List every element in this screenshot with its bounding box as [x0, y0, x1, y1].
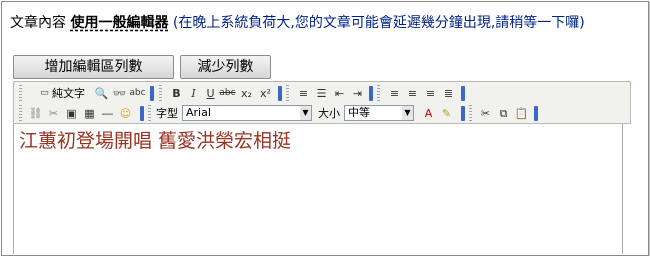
load-notice: (在晚上系統負荷大,您的文章可能會延遲幾分鐘出現,請稍等一下囉): [168, 15, 585, 31]
highlight-color-icon[interactable]: ✎: [438, 105, 455, 122]
toolbar-separator: [461, 86, 465, 101]
grip-handle[interactable]: [19, 105, 22, 122]
editor-mode-link[interactable]: 使用一般編輯器: [70, 15, 168, 31]
italic-icon[interactable]: I: [185, 85, 202, 102]
subscript-icon[interactable]: x₂: [238, 85, 255, 102]
grip-handle[interactable]: [377, 85, 380, 102]
align-center-icon[interactable]: ≡: [404, 85, 421, 102]
numbered-list-icon[interactable]: ≡: [295, 85, 312, 102]
image-icon[interactable]: ▣: [63, 105, 80, 122]
rich-text-editor[interactable]: 江蕙初登場開唱 舊愛洪榮宏相挺: [13, 124, 623, 254]
size-select[interactable]: 中等 ▼: [344, 105, 414, 121]
bold-icon[interactable]: B: [168, 85, 185, 102]
horizontal-rule-icon[interactable]: ―: [99, 105, 116, 122]
editor-toolbar: ▭ 純文字 🔍 👓 abc B I U abc x₂ x² ≡ ☰ ⇤ ⇥ ≡ …: [13, 81, 631, 124]
toolbar-row-2: ⛓ ✂ ▣ ▦ ― ☺ 字型 Arial ▼ 大小 中等 ▼ A ✎ ✂ ⧉ 📋: [16, 104, 628, 123]
chevron-down-icon[interactable]: ▼: [402, 106, 413, 120]
align-right-icon[interactable]: ≡: [422, 85, 439, 102]
chevron-down-icon[interactable]: ▼: [300, 106, 311, 120]
grip-handle[interactable]: [148, 105, 151, 122]
superscript-icon[interactable]: x²: [257, 85, 274, 102]
cut-icon[interactable]: ✂: [477, 105, 494, 122]
grip-handle[interactable]: [159, 85, 162, 102]
grip-handle[interactable]: [469, 105, 472, 122]
smiley-icon[interactable]: ☺: [117, 105, 134, 122]
grip-handle[interactable]: [286, 85, 289, 102]
link-icon[interactable]: ⛓: [27, 105, 44, 122]
find-icon[interactable]: 👓: [111, 85, 128, 102]
plain-text-label[interactable]: 純文字: [52, 85, 85, 102]
toolbar-separator: [150, 86, 154, 101]
font-select-value: Arial: [186, 106, 211, 119]
table-icon[interactable]: ▦: [81, 105, 98, 122]
paste-icon[interactable]: 📋: [513, 105, 530, 122]
size-label: 大小: [318, 107, 340, 120]
content-label: 文章內容: [10, 15, 66, 31]
bulleted-list-icon[interactable]: ☰: [313, 85, 330, 102]
editor-content[interactable]: 江蕙初登場開唱 舊愛洪榮宏相挺: [19, 130, 291, 152]
add-rows-button[interactable]: 增加編輯區列數: [13, 55, 174, 79]
remove-rows-button[interactable]: 減少列數: [180, 55, 271, 79]
spellcheck-icon[interactable]: abc: [129, 85, 146, 102]
justify-icon[interactable]: ≣: [440, 85, 457, 102]
align-left-icon[interactable]: ≡: [386, 85, 403, 102]
font-label: 字型: [156, 107, 178, 120]
toolbar-separator: [461, 106, 465, 121]
zoom-icon[interactable]: 🔍: [93, 85, 110, 102]
text-color-icon[interactable]: A: [420, 105, 437, 122]
toolbar-separator: [140, 106, 144, 121]
content-heading: 文章內容 使用一般編輯器 (在晚上系統負荷大,您的文章可能會延遲幾分鐘出現,請稍…: [10, 14, 640, 32]
font-select[interactable]: Arial ▼: [182, 105, 312, 121]
grip-handle[interactable]: [19, 85, 22, 102]
toolbar-separator: [369, 86, 373, 101]
toolbar-row-1: ▭ 純文字 🔍 👓 abc B I U abc x₂ x² ≡ ☰ ⇤ ⇥ ≡ …: [16, 84, 628, 103]
outdent-icon[interactable]: ⇤: [331, 85, 348, 102]
strikethrough-icon[interactable]: abc: [219, 85, 236, 102]
underline-icon[interactable]: U: [202, 85, 219, 102]
indent-icon[interactable]: ⇥: [349, 85, 366, 102]
unlink-icon[interactable]: ✂: [45, 105, 62, 122]
toolbar-separator: [534, 106, 538, 121]
copy-icon[interactable]: ⧉: [495, 105, 512, 122]
plain-text-icon[interactable]: ▭: [36, 85, 53, 102]
toolbar-separator: [278, 86, 282, 101]
size-select-value: 中等: [348, 106, 370, 119]
